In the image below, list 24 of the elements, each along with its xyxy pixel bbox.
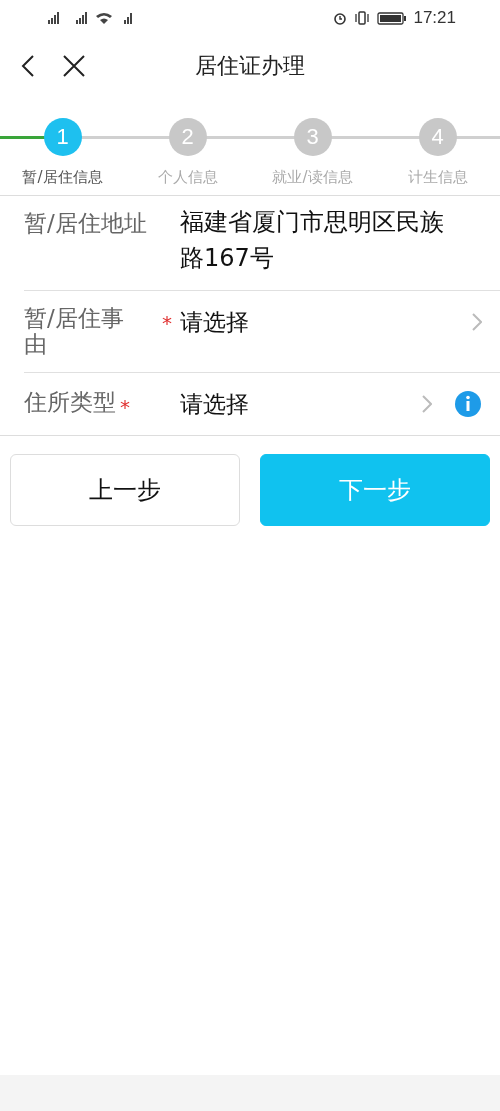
required-mark: * [120, 395, 130, 420]
vibrate-icon [353, 11, 372, 25]
step-label: 就业/读信息 [272, 168, 353, 187]
field-label: 暂/居住地址 [24, 210, 147, 237]
step-circle: 1 [43, 118, 82, 156]
page-title: 居住证办理 [195, 52, 305, 80]
select-field[interactable]: 请选择 [180, 386, 422, 422]
field-label: 暂/居住事由 [24, 305, 125, 358]
back-icon [20, 54, 36, 78]
step-label: 暂/居住信息 [22, 168, 103, 187]
field-label: 住所类型 [24, 389, 116, 416]
clock-time: 17:21 [413, 8, 456, 28]
select-field[interactable]: 请选择 [180, 305, 472, 340]
close-icon [62, 54, 86, 78]
chevron-icon [422, 395, 432, 414]
chevron-icon [472, 313, 482, 331]
battery-icon [377, 11, 408, 25]
required-mark: * [162, 311, 172, 335]
field-value: 福建省厦门市思明区民族路167号 [180, 207, 445, 274]
info-icon[interactable] [454, 390, 482, 419]
alarm-icon [333, 11, 348, 25]
step-label: 计生信息 [407, 168, 468, 187]
step-label: 个人信息 [157, 168, 218, 187]
previous-button[interactable]: 上一步 [10, 454, 240, 527]
